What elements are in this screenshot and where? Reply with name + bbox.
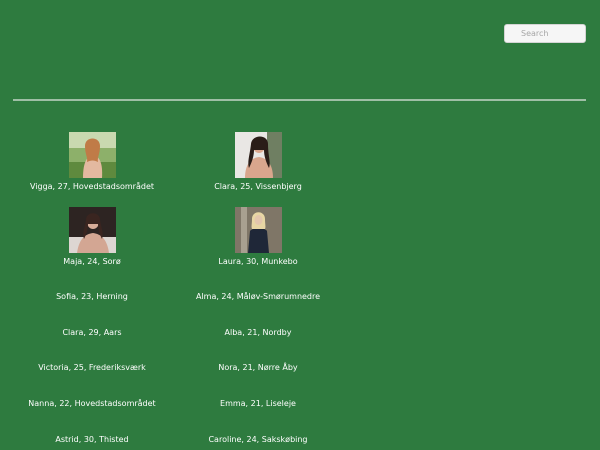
profile-caption[interactable]: Laura, 30, Munkebo — [175, 257, 341, 267]
profile-photo[interactable] — [234, 132, 282, 178]
profile-photo[interactable] — [68, 132, 116, 178]
profile-card[interactable]: Nora, 21, Nørre Åby — [175, 363, 341, 373]
profile-photo[interactable] — [68, 207, 116, 253]
profile-card[interactable]: Victoria, 25, Frederiksværk — [9, 363, 175, 373]
profile-card[interactable]: Nanna, 22, Hovedstadsområdet — [9, 399, 175, 409]
profile-card[interactable]: Clara, 25, Vissenbjerg — [175, 132, 341, 192]
profile-caption[interactable]: Nora, 21, Nørre Åby — [175, 363, 341, 373]
profile-photo-image — [68, 207, 116, 253]
profile-card[interactable]: Astrid, 30, Thisted — [9, 435, 175, 445]
search-input[interactable] — [504, 24, 586, 43]
profile-photo[interactable] — [234, 207, 282, 253]
profile-photo-image — [234, 207, 282, 253]
profile-card[interactable]: Maja, 24, Sorø — [9, 207, 175, 267]
profile-card[interactable]: Emma, 21, Liseleje — [175, 399, 341, 409]
profile-caption[interactable]: Maja, 24, Sorø — [9, 257, 175, 267]
profile-photo-image — [234, 132, 282, 178]
profile-card[interactable]: Caroline, 24, Sakskøbing — [175, 435, 341, 445]
profile-caption[interactable]: Sofia, 23, Herning — [9, 292, 175, 302]
profile-card[interactable]: Sofia, 23, Herning — [9, 292, 175, 302]
profile-card[interactable]: Alma, 24, Måløv-Smørumnedre — [175, 292, 341, 302]
profile-caption[interactable]: Vigga, 27, Hovedstadsområdet — [9, 182, 175, 192]
profile-card[interactable]: Alba, 21, Nordby — [175, 328, 341, 338]
profile-caption[interactable]: Alma, 24, Måløv-Smørumnedre — [175, 292, 341, 302]
profile-card[interactable]: Clara, 29, Aars — [9, 328, 175, 338]
profile-card[interactable]: Vigga, 27, Hovedstadsområdet — [9, 132, 175, 192]
profile-caption[interactable]: Alba, 21, Nordby — [175, 328, 341, 338]
profile-caption[interactable]: Astrid, 30, Thisted — [9, 435, 175, 445]
profile-caption[interactable]: Clara, 29, Aars — [9, 328, 175, 338]
profile-caption[interactable]: Clara, 25, Vissenbjerg — [175, 182, 341, 192]
profile-caption[interactable]: Emma, 21, Liseleje — [175, 399, 341, 409]
profile-caption[interactable]: Nanna, 22, Hovedstadsområdet — [9, 399, 175, 409]
profile-photo-image — [68, 132, 116, 178]
profile-card[interactable]: Laura, 30, Munkebo — [175, 207, 341, 267]
profile-caption[interactable]: Victoria, 25, Frederiksværk — [9, 363, 175, 373]
profile-caption[interactable]: Caroline, 24, Sakskøbing — [175, 435, 341, 445]
header-divider — [13, 99, 586, 101]
